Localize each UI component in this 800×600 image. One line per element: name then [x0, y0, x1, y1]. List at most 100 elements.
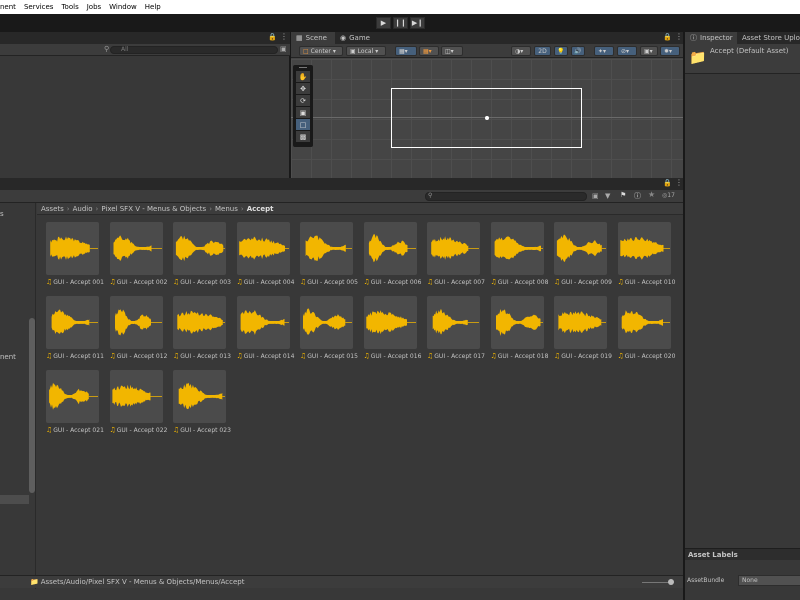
audio-waveform-thumbnail [173, 370, 226, 423]
scene-viewport[interactable] [291, 59, 683, 178]
incremental-snap-button[interactable]: ◫▾ [441, 46, 463, 56]
tree-item-partial[interactable]: s [0, 210, 4, 218]
effects-dropdown[interactable]: ✦▾ [594, 46, 614, 56]
tab-game[interactable]: ◉ Game [335, 32, 375, 44]
lock-icon[interactable]: 🔒 [663, 33, 672, 41]
hierarchy-search-input[interactable]: All [110, 46, 278, 54]
draw-mode-button[interactable]: ◑▾ [511, 46, 531, 56]
tab-asset-store-uploader[interactable]: Asset Store Uploade [737, 32, 800, 44]
lock-icon[interactable]: 🔒 [663, 179, 672, 187]
scale-tool-button[interactable]: ▣ [296, 107, 310, 118]
tree-item-selected[interactable] [0, 495, 29, 504]
audio-clip-icon: ♫ [617, 352, 624, 360]
menu-item-component[interactable]: nent [0, 3, 16, 11]
asset-labels-header[interactable]: Asset Labels [685, 548, 800, 560]
folder-tree-scrollbar[interactable] [29, 318, 35, 493]
kebab-menu-icon[interactable]: ⋮ [280, 32, 288, 41]
menu-item-tools[interactable]: Tools [61, 3, 78, 11]
camera-dropdown[interactable]: ▣▾ [640, 46, 658, 56]
asset-item[interactable]: ♫ GUI - Accept 011 [37, 290, 104, 362]
assetbundle-dropdown[interactable]: None [738, 575, 800, 586]
audio-clip-icon: ♫ [236, 352, 243, 360]
asset-item[interactable]: ♫ GUI - Accept 009 [545, 216, 612, 288]
menu-item-jobs[interactable]: Jobs [87, 3, 101, 11]
alert-icon[interactable]: ⓘ [634, 191, 641, 201]
kebab-menu-icon[interactable]: ⋮ [675, 32, 683, 41]
asset-label: ♫ GUI - Accept 001 [46, 278, 108, 286]
hand-tool-button[interactable]: ✋ [296, 71, 310, 82]
hand-icon: ✋ [298, 72, 308, 81]
breadcrumb-item[interactable]: Assets [41, 205, 64, 213]
2d-toggle[interactable]: 2D [534, 46, 551, 56]
asset-item[interactable]: ♫ GUI - Accept 019 [545, 290, 612, 362]
space-dropdown[interactable]: ▣ Local ▾ [346, 46, 386, 56]
audio-clip-icon: ♫ [109, 426, 116, 434]
asset-item[interactable]: ♫ GUI - Accept 010 [609, 216, 675, 288]
rotate-tool-button[interactable]: ⟳ [296, 95, 310, 106]
gizmos-dropdown[interactable]: ✹▾ [660, 46, 680, 56]
step-button[interactable]: ▶❙ [410, 17, 425, 29]
asset-item[interactable]: ♫ GUI - Accept 008 [482, 216, 548, 288]
pivot-dropdown[interactable]: □ Center ▾ [299, 46, 343, 56]
audio-clip-icon: ♫ [46, 352, 53, 360]
zoom-slider-handle[interactable] [668, 579, 674, 585]
asset-item[interactable]: ♫ GUI - Accept 016 [355, 290, 421, 362]
tab-asset-store-label: Asset Store Uploade [742, 34, 800, 42]
asset-label: ♫ GUI - Accept 005 [300, 278, 362, 286]
tab-scene[interactable]: ▦ Scene [291, 32, 335, 44]
asset-item[interactable]: ♫ GUI - Accept 001 [37, 216, 104, 288]
menu-item-help[interactable]: Help [145, 3, 161, 11]
lock-icon[interactable]: 🔒 [268, 33, 277, 41]
asset-label: ♫ GUI - Accept 006 [364, 278, 426, 286]
asset-item[interactable]: ♫ GUI - Accept 005 [291, 216, 358, 288]
tree-item-partial[interactable]: nent [0, 353, 16, 361]
asset-item[interactable]: ♫ GUI - Accept 017 [418, 290, 485, 362]
breadcrumb-item[interactable]: Pixel SFX V - Menus & Objects [101, 205, 206, 213]
asset-item[interactable]: ♫ GUI - Accept 002 [101, 216, 167, 288]
hidden-packages-count[interactable]: ◎17 [662, 192, 675, 199]
rect-tool-button[interactable]: □ [296, 119, 310, 130]
menu-item-services[interactable]: Services [24, 3, 54, 11]
folder-icon: 📁 [689, 50, 707, 66]
pause-button[interactable]: ❙❙ [393, 17, 408, 29]
asset-item[interactable]: ♫ GUI - Accept 013 [164, 290, 231, 362]
search-by-type-icon[interactable]: ▣ [592, 192, 599, 200]
snap-increment-button[interactable]: ▦▾ [419, 46, 439, 56]
asset-item[interactable]: ♫ GUI - Accept 021 [37, 364, 104, 436]
tag-icon[interactable]: ⚑ [620, 191, 626, 199]
project-search-input[interactable]: ⚲ [425, 192, 587, 201]
transform-tool-button[interactable]: ▩ [296, 131, 310, 142]
asset-item[interactable]: ♫ GUI - Accept 006 [355, 216, 421, 288]
move-tool-button[interactable]: ✥ [296, 83, 310, 94]
asset-item[interactable]: ♫ GUI - Accept 023 [164, 364, 231, 436]
audio-toggle[interactable]: 🔊 [571, 46, 585, 56]
asset-item[interactable]: ♫ GUI - Accept 003 [164, 216, 231, 288]
asset-item[interactable]: ♫ GUI - Accept 015 [291, 290, 358, 362]
asset-item[interactable]: ♫ GUI - Accept 022 [101, 364, 167, 436]
hidden-objects-toggle[interactable]: ⊘▾ [617, 46, 637, 56]
lighting-toggle[interactable]: 💡 [554, 46, 568, 56]
breadcrumb-item[interactable]: Menus [215, 205, 238, 213]
asset-item[interactable]: ♫ GUI - Accept 020 [609, 290, 675, 362]
search-by-label-icon[interactable]: ▼ [605, 192, 610, 200]
tab-inspector[interactable]: ⓘ Inspector [685, 32, 737, 44]
search-options-icon[interactable]: ▣ [280, 45, 287, 53]
play-button[interactable]: ▶ [376, 17, 391, 29]
audio-waveform-thumbnail [490, 222, 544, 275]
asset-name: GUI - Accept 001 [53, 278, 104, 286]
asset-item[interactable]: ♫ GUI - Accept 004 [228, 216, 294, 288]
asset-grid: ♫ GUI - Accept 001 ♫ GUI - Accept 002 ♫ GUI -… [37, 216, 683, 576]
asset-item[interactable]: ♫ GUI - Accept 018 [482, 290, 548, 362]
transform-icon: ▩ [299, 132, 307, 141]
asset-name: GUI - Accept 017 [434, 352, 485, 360]
menu-item-window[interactable]: Window [109, 3, 137, 11]
asset-item[interactable]: ♫ GUI - Accept 012 [101, 290, 167, 362]
breadcrumb-item-current[interactable]: Accept [247, 205, 274, 213]
kebab-menu-icon[interactable]: ⋮ [675, 178, 683, 187]
asset-item[interactable]: ♫ GUI - Accept 007 [418, 216, 485, 288]
info-icon: ⓘ [690, 34, 697, 42]
asset-item[interactable]: ♫ GUI - Accept 014 [228, 290, 294, 362]
breadcrumb-item[interactable]: Audio [73, 205, 93, 213]
grid-snap-button[interactable]: ▦▾ [395, 46, 417, 56]
star-icon[interactable]: ★ [648, 190, 655, 199]
